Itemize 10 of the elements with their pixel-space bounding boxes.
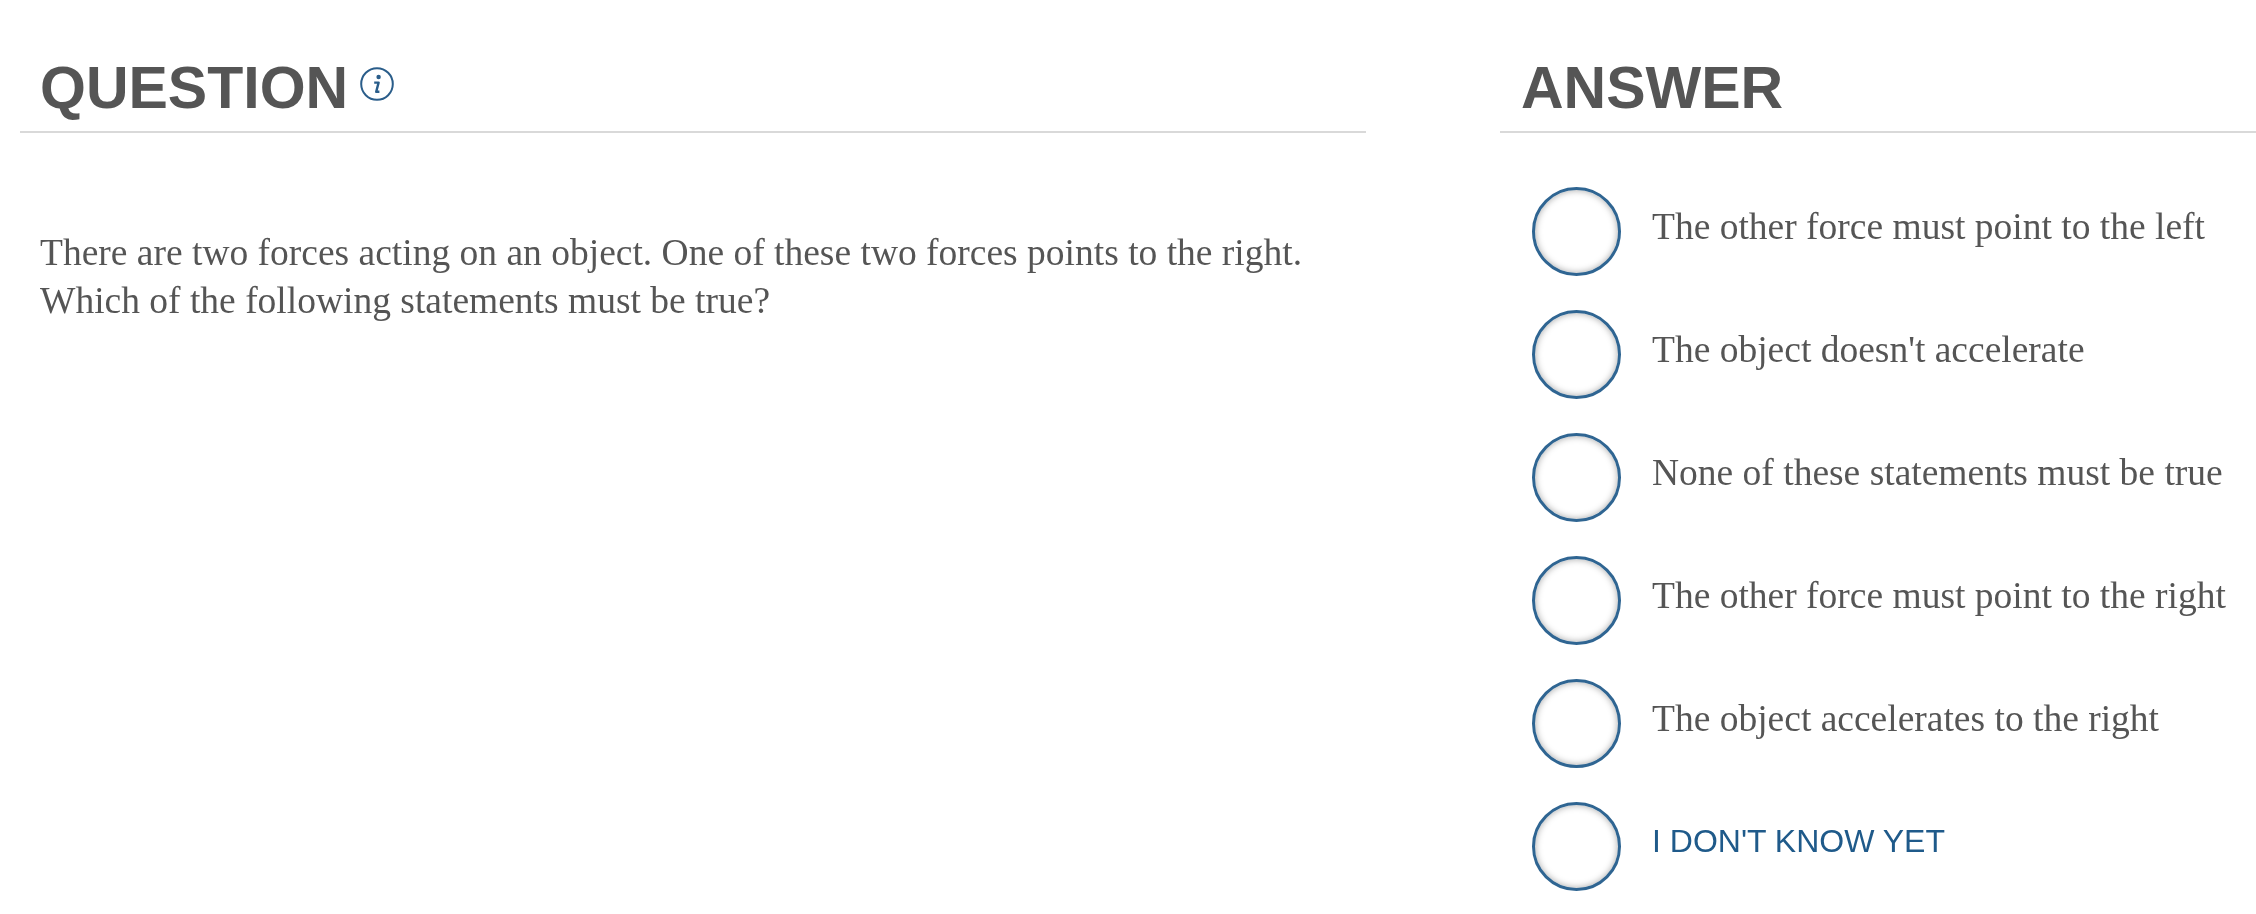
section-heading: ANSWER (1521, 59, 1784, 118)
section-heading: QUESTION (40, 59, 349, 118)
answer-option-label[interactable]: The object doesn't accelerate (1652, 327, 2085, 372)
info-icon[interactable] (360, 67, 395, 101)
answer-option-label[interactable]: The other force must point to the right (1652, 573, 2226, 618)
answer-option-label[interactable]: None of these statements must be true (1652, 450, 2223, 495)
answer-option-label[interactable]: The object accelerates to the right (1652, 696, 2160, 741)
question-text: There are two forces acting on an object. One of these two forces points to the right. Which of the following statements must be true? (40, 231, 1304, 323)
answer-option-label[interactable]: The other force must point to the left (1652, 204, 2205, 249)
answer-option-label[interactable]: I DON'T KNOW YET (1652, 822, 1945, 861)
